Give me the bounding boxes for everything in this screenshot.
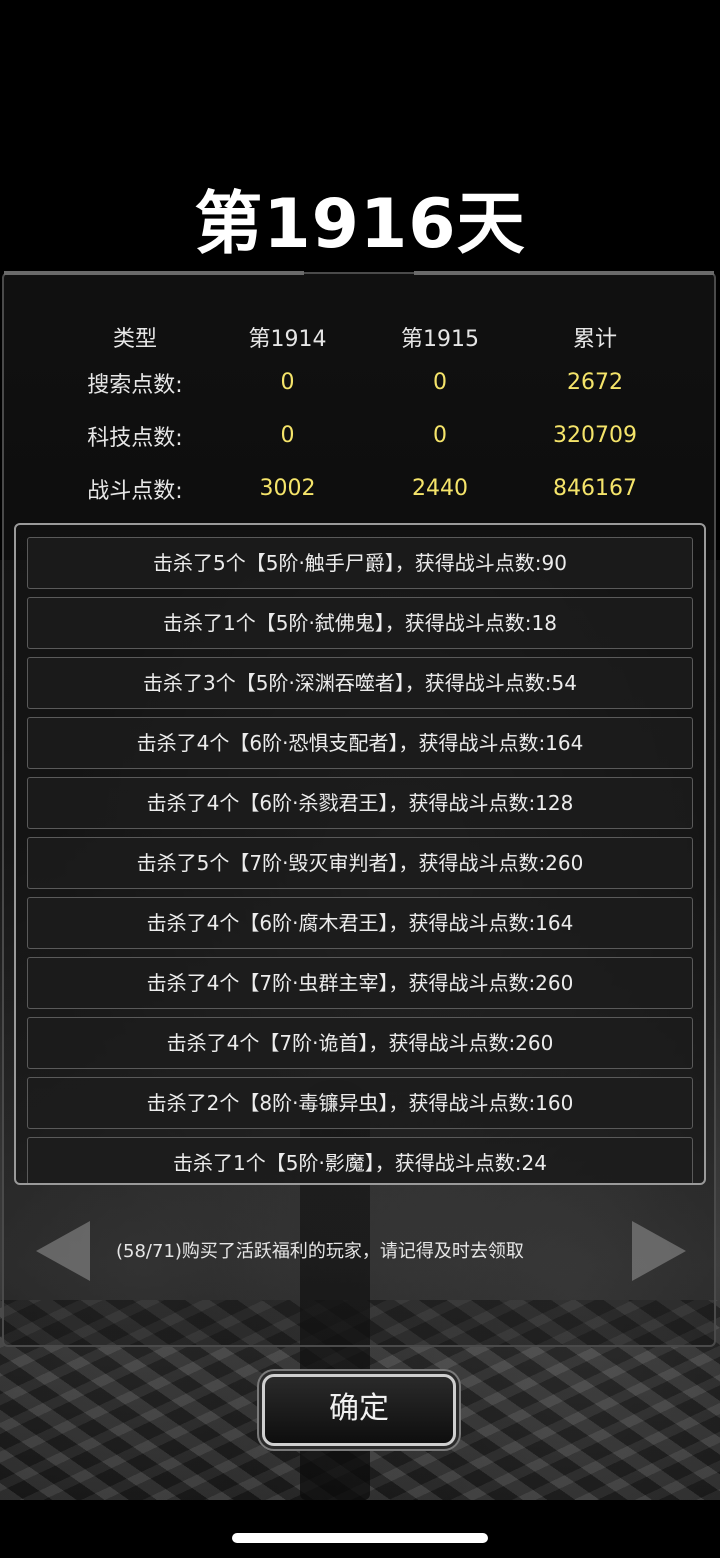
stat-value: 0: [433, 423, 447, 448]
stat-total: 846167: [553, 476, 637, 501]
notice-text: (58/71)购买了活跃福利的玩家，请记得及时去领取: [116, 1241, 524, 1262]
kill-log-item: 击杀了4个【6阶·恐惧支配者】，获得战斗点数:164: [27, 717, 693, 769]
kill-log-item: 击杀了5个【5阶·触手尸爵】，获得战斗点数:90: [27, 537, 693, 589]
frame-notch-right: [414, 271, 714, 293]
stat-total: 320709: [553, 423, 637, 448]
confirm-button[interactable]: 确定: [262, 1374, 456, 1446]
stat-value: 3002: [259, 476, 316, 501]
stats-row-combat: 战斗点数: 3002 2440 846167: [60, 462, 680, 515]
stat-value: 0: [433, 370, 447, 395]
stat-value: 0: [280, 370, 295, 395]
notice-bar: (58/71)购买了活跃福利的玩家，请记得及时去领取: [0, 1215, 720, 1285]
stats-row-tech: 科技点数: 0 0 320709: [60, 409, 680, 462]
kill-log-item: 击杀了4个【7阶·诡首】，获得战斗点数:260: [27, 1017, 693, 1069]
stat-total: 2672: [567, 370, 623, 395]
stats-header-row: 类型 第1914 第1915 累计: [60, 318, 680, 356]
frame-notch-left: [4, 271, 304, 293]
header-type: 类型: [112, 327, 157, 352]
kill-log-panel[interactable]: 击杀了5个【5阶·触手尸爵】，获得战斗点数:90 击杀了1个【5阶·弑佛鬼】，获…: [14, 523, 706, 1185]
kill-log-item: 击杀了4个【6阶·腐木君王】，获得战斗点数:164: [27, 897, 693, 949]
stats-table: 类型 第1914 第1915 累计 搜索点数: 0 0 2672 科技点数: 0…: [60, 318, 680, 515]
kill-log-item: 击杀了1个【5阶·弑佛鬼】，获得战斗点数:18: [27, 597, 693, 649]
kill-log-item: 击杀了2个【8阶·毒镰异虫】，获得战斗点数:160: [27, 1077, 693, 1129]
header-day-1914: 第1914: [248, 327, 327, 352]
stat-value: 2440: [412, 476, 468, 501]
stat-value: 0: [280, 423, 295, 448]
header-total: 累计: [572, 327, 617, 352]
home-indicator[interactable]: [232, 1533, 488, 1543]
stats-row-search: 搜索点数: 0 0 2672: [60, 356, 680, 409]
header-day-1915: 第1915: [401, 327, 479, 352]
stat-label: 搜索点数:: [87, 372, 183, 398]
day-title: 第1916天: [194, 185, 526, 264]
next-arrow-icon[interactable]: [632, 1221, 686, 1281]
stat-label: 科技点数:: [87, 425, 183, 451]
stat-label: 战斗点数:: [87, 478, 183, 504]
kill-log-item: 击杀了4个【7阶·虫群主宰】，获得战斗点数:260: [27, 957, 693, 1009]
kill-log-item: 击杀了5个【7阶·毁灭审判者】，获得战斗点数:260: [27, 837, 693, 889]
kill-log-item: 击杀了1个【5阶·影魔】，获得战斗点数:24: [27, 1137, 693, 1183]
previous-arrow-icon[interactable]: [36, 1221, 90, 1281]
kill-log-item: 击杀了3个【5阶·深渊吞噬者】，获得战斗点数:54: [27, 657, 693, 709]
kill-log-item: 击杀了4个【6阶·杀戮君王】，获得战斗点数:128: [27, 777, 693, 829]
